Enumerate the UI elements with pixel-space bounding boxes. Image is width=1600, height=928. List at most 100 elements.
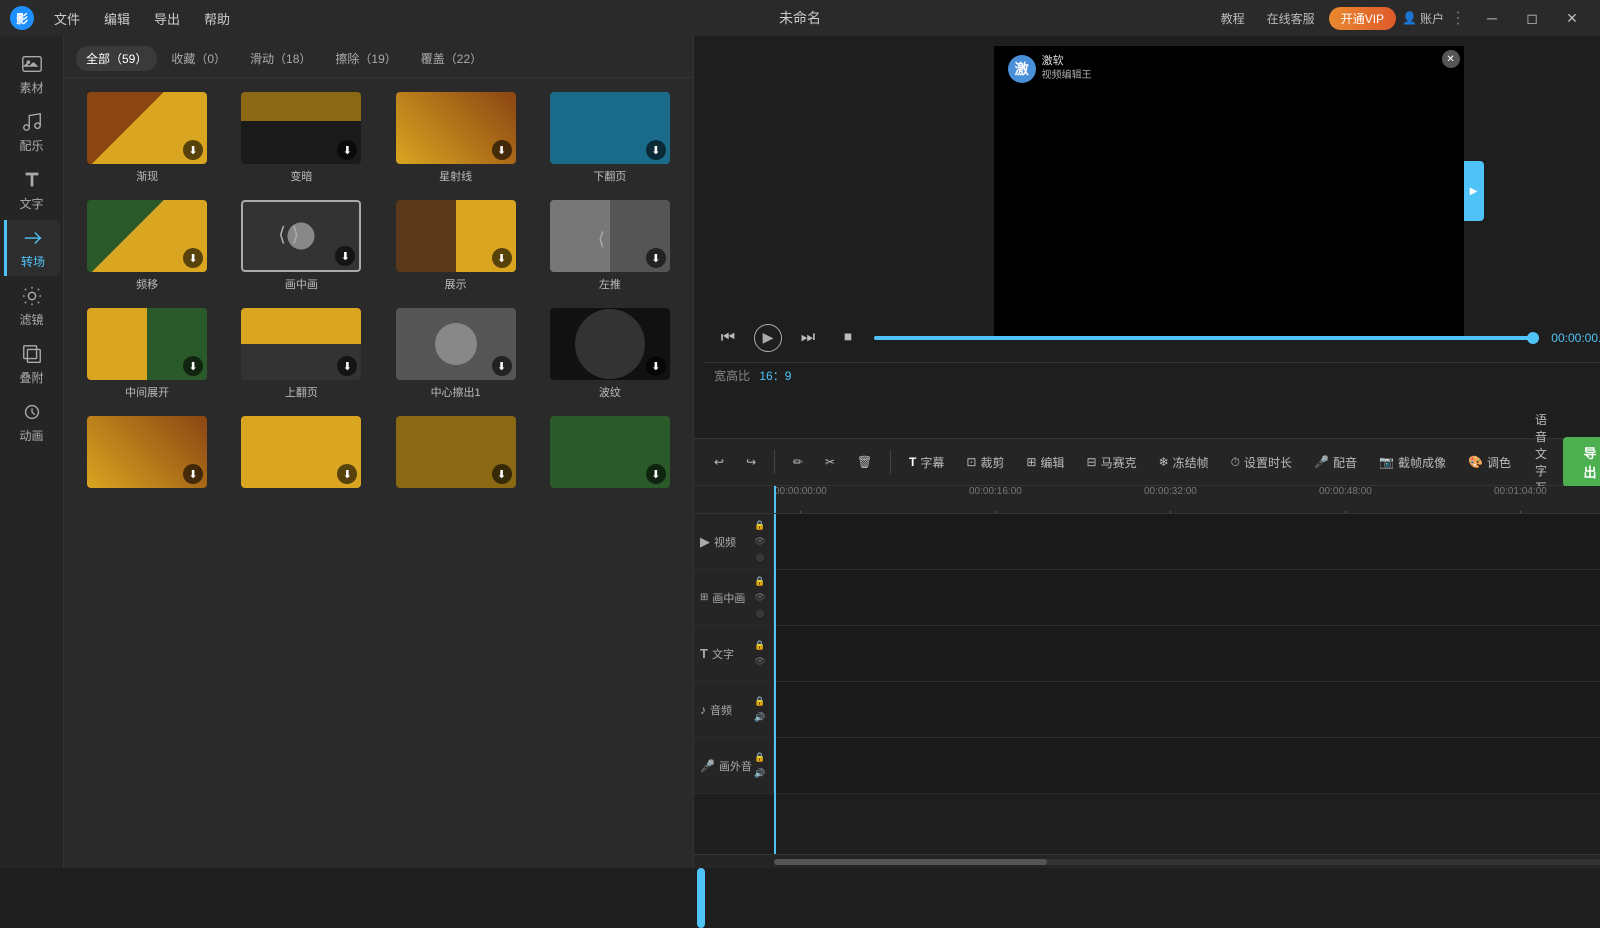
sidebar-item-text[interactable]: 文字 — [4, 162, 60, 218]
close-button[interactable]: ✕ — [1552, 0, 1592, 36]
account-button[interactable]: 👤 账户 — [1402, 10, 1444, 27]
play-pause-button[interactable]: ▶ — [754, 324, 782, 352]
download-icon-flipdown[interactable]: ⬇ — [646, 140, 666, 160]
pen-button[interactable]: ✏ — [785, 451, 811, 473]
delete-button[interactable]: 🗑 — [849, 451, 880, 473]
track-solo-pip[interactable]: ◎ — [753, 607, 767, 621]
mosaic-button[interactable]: ⊟ 马赛克 — [1079, 450, 1145, 475]
promo-close-button[interactable]: ✕ — [1442, 50, 1460, 68]
minimize-button[interactable]: ─ — [1472, 0, 1512, 36]
dub-button[interactable]: 🎤 配音 — [1306, 450, 1365, 475]
transition-flipup[interactable]: ⬇ 上翻页 — [228, 304, 374, 404]
transition-extra1[interactable]: ⬇ — [74, 412, 220, 496]
transition-show[interactable]: ⬇ 展示 — [383, 196, 529, 296]
sidebar-item-animation[interactable]: 动画 — [4, 394, 60, 450]
track-content-text[interactable] — [774, 626, 1600, 681]
track-lock-pip[interactable]: 🔒 — [753, 575, 767, 589]
track-mute-video[interactable]: 👁 — [753, 535, 767, 549]
download-icon-extra2[interactable]: ⬇ — [337, 464, 357, 484]
menu-help[interactable]: 帮助 — [194, 5, 240, 32]
track-lock-video[interactable]: 🔒 — [753, 519, 767, 533]
duration-button[interactable]: ⏱ 设置时长 — [1223, 450, 1300, 475]
download-icon-centerout1[interactable]: ⬇ — [492, 356, 512, 376]
cut-button[interactable]: ✂ — [817, 451, 843, 473]
transition-midopen[interactable]: ⬇ 中间展开 — [74, 304, 220, 404]
sidebar-item-music[interactable]: 配乐 — [4, 104, 60, 160]
track-mute-text[interactable]: 👁 — [753, 655, 767, 669]
tab-all[interactable]: 全部（59） — [76, 46, 157, 71]
download-icon-show[interactable]: ⬇ — [492, 248, 512, 268]
transition-extra3[interactable]: ⬇ — [383, 412, 529, 496]
track-mute-voiceover[interactable]: 🔊 — [753, 767, 767, 781]
track-mute-audio[interactable]: 🔊 — [753, 711, 767, 725]
track-content-voiceover[interactable] — [774, 738, 1600, 793]
scale-button[interactable]: ⊞ 编辑 — [1018, 450, 1072, 475]
track-content-video[interactable] — [774, 514, 1600, 569]
download-icon-extra4[interactable]: ⬇ — [646, 464, 666, 484]
sidebar-item-media[interactable]: 素材 — [4, 46, 60, 102]
tab-slide[interactable]: 滑动（18） — [240, 46, 321, 71]
download-icon-extra3[interactable]: ⬇ — [492, 464, 512, 484]
download-icon-pan[interactable]: ⬇ — [183, 248, 203, 268]
track-lock-text[interactable]: 🔒 — [753, 639, 767, 653]
tab-wipe[interactable]: 擦除（19） — [325, 46, 406, 71]
menu-file[interactable]: 文件 — [44, 5, 90, 32]
download-icon-pushleft[interactable]: ⬇ — [646, 248, 666, 268]
export-button[interactable]: 导出 — [1563, 437, 1600, 487]
download-icon-morph[interactable]: ⬇ — [337, 140, 357, 160]
next-frame-button[interactable]: ⏭ — [794, 324, 822, 352]
track-lock-voiceover[interactable]: 🔒 — [753, 751, 767, 765]
menu-edit[interactable]: 编辑 — [94, 5, 140, 32]
redo-button[interactable]: ↪ — [738, 451, 764, 473]
timeline-scroll-thumb[interactable] — [697, 868, 705, 928]
download-icon-star[interactable]: ⬇ — [492, 140, 512, 160]
screenshot-button[interactable]: 📷 截帧成像 — [1371, 450, 1454, 475]
track-content-audio[interactable] — [774, 682, 1600, 737]
vip-button[interactable]: 开通VIP — [1329, 7, 1396, 30]
download-icon-extra1[interactable]: ⬇ — [183, 464, 203, 484]
transition-extra4[interactable]: ⬇ — [537, 412, 683, 496]
menu-export[interactable]: 导出 — [144, 5, 190, 32]
track-mute-pip[interactable]: 👁 — [753, 591, 767, 605]
download-icon-pip[interactable]: ⬇ — [335, 246, 355, 266]
freeze-button[interactable]: ❄ 冻结帧 — [1151, 450, 1217, 475]
tab-cover[interactable]: 覆盖（22） — [411, 46, 492, 71]
transition-centerout1[interactable]: ⬇ 中心擦出1 — [383, 304, 529, 404]
sidebar-item-filter[interactable]: 滤镜 — [4, 278, 60, 334]
subtitle-button[interactable]: T 字幕 — [901, 450, 952, 475]
sidebar-item-transition[interactable]: 转场 — [4, 220, 60, 276]
undo-button[interactable]: ↩ — [706, 451, 732, 473]
progress-handle[interactable] — [1527, 332, 1539, 344]
track-lock-audio[interactable]: 🔒 — [753, 695, 767, 709]
transition-pip[interactable]: ⟨ ⟩ ⬇ 画中画 — [228, 196, 374, 296]
scroll-thumb[interactable] — [774, 859, 1047, 865]
transition-flipdown[interactable]: ⬇ 下翻页 — [537, 88, 683, 188]
transition-morph[interactable]: ⬇ 变暗 — [228, 88, 374, 188]
stop-button[interactable]: ⏹ — [834, 324, 862, 352]
prev-frame-button[interactable]: ⏮ — [714, 324, 742, 352]
color-button[interactable]: 🎨 调色 — [1460, 450, 1519, 475]
transition-pan[interactable]: ⬇ 频移 — [74, 196, 220, 296]
track-content-pip[interactable]: S 中 · 🎤 ⊞ 👕 🎨 — [774, 570, 1600, 625]
maximize-button[interactable]: ◻ — [1512, 0, 1552, 36]
transition-wave[interactable]: ⬇ 波纹 — [537, 304, 683, 404]
timeline-scrollbar[interactable] — [694, 854, 1600, 868]
transition-pushleft[interactable]: ⟨ ⬇ 左推 — [537, 196, 683, 296]
tutorial-link[interactable]: 教程 — [1213, 6, 1253, 31]
crop-button[interactable]: ⊡ 裁剪 — [958, 450, 1012, 475]
preview-sidebar-tab[interactable]: ▶ — [1464, 161, 1484, 221]
track-solo-video[interactable]: ◎ — [753, 551, 767, 565]
download-icon-wave[interactable]: ⬇ — [646, 356, 666, 376]
download-icon-flipup[interactable]: ⬇ — [337, 356, 357, 376]
transition-star[interactable]: ⬇ 星射线 — [383, 88, 529, 188]
support-link[interactable]: 在线客服 — [1259, 6, 1323, 31]
progress-bar[interactable] — [874, 336, 1539, 340]
download-icon-midopen[interactable]: ⬇ — [183, 356, 203, 376]
scroll-track[interactable] — [774, 859, 1600, 865]
tab-favorites[interactable]: 收藏（0） — [161, 46, 236, 71]
transition-fade[interactable]: ⬇ 渐现 — [74, 88, 220, 188]
more-icon[interactable]: ⋮ — [1450, 8, 1466, 28]
download-icon-fade[interactable]: ⬇ — [183, 140, 203, 160]
sidebar-item-overlay[interactable]: 叠附 — [4, 336, 60, 392]
transition-extra2[interactable]: ⬇ — [228, 412, 374, 496]
